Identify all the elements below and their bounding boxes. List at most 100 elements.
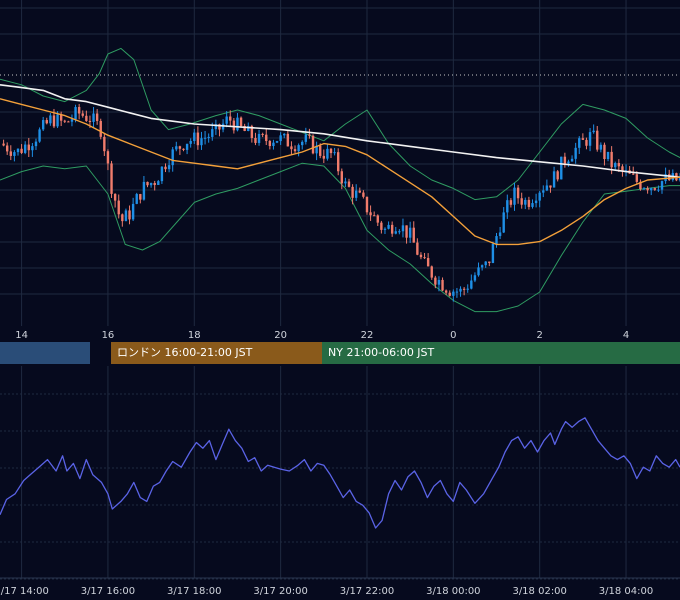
candle-body [603,144,606,160]
candle-body [470,280,473,289]
candle-body [329,148,333,154]
candle-body [351,186,354,198]
candle-body [354,190,358,198]
osc-x-tick-label: 3/17 16:00 [81,586,135,597]
candle-body [200,138,203,146]
candle-body [160,166,164,182]
candle-body [488,261,491,263]
candle-body [95,113,99,121]
candle-body [459,288,462,292]
candle-body [74,107,77,120]
candle-body [88,120,92,122]
candle-body [585,139,588,146]
candle-body [113,193,117,201]
candle-body [38,129,41,142]
candle-body [63,120,66,122]
candle-body [31,146,34,151]
candle-body [175,146,178,150]
candle-body [610,151,613,168]
candle-body [117,200,120,215]
oscillator-chart[interactable]: 3/17 14:00 3/17 16:00 3/17 18:00 3/17 20:00… [0,366,680,600]
candle-body [444,290,448,293]
candle-body [52,115,56,127]
candle-body [308,134,311,136]
candle-body [254,137,257,143]
candle-body [124,210,128,222]
candle-body [81,113,84,116]
candle-body [333,152,336,154]
candle-body [311,135,315,154]
candle-body [426,258,430,267]
candle-body [203,137,207,139]
candle-body [614,163,617,168]
candle-body [372,215,376,217]
candle-body [56,114,59,127]
candle-body [466,288,469,290]
candle-body [146,181,149,186]
candle-body [265,134,268,142]
price-x-tick-label: 2 [536,330,542,341]
candle-body [337,152,340,172]
price-x-tick-label: 18 [188,330,201,341]
candle-body [178,146,182,149]
candle-body [358,190,361,193]
band-upper-line [0,47,680,201]
candle-body [376,215,379,223]
candle-body [131,203,135,220]
candle-body [340,171,343,184]
osc-x-tick-label: 3/17 14:00 [0,586,49,597]
osc-x-tick-label: 3/18 04:00 [599,586,653,597]
candle-body [319,145,322,156]
session-london: ロンドン 16:00-21:00 JST [111,342,322,364]
session-ny: NY 21:00-06:00 JST [322,342,680,364]
candle-body [20,148,23,153]
candle-body [16,148,20,153]
candle-body [261,133,264,135]
candle-body [430,266,433,278]
candle-body [491,243,495,263]
candle-body [588,132,592,146]
candle-body [617,163,621,167]
candle-body [596,130,599,150]
candle-body [297,145,300,152]
candle-body [516,187,520,199]
candle-body [229,116,232,121]
candle-body [567,161,570,164]
candle-body [283,133,286,136]
candle-body [157,181,160,185]
candle-body [545,185,549,191]
candle-body [556,171,559,180]
candle-body [462,288,466,290]
candle-body [632,173,635,175]
candle-body [480,265,484,268]
ma-short-line [0,98,680,246]
candle-body [5,145,9,152]
candle-body [286,133,290,147]
candle-body [513,187,516,205]
candle-body [599,144,603,150]
candle-body [635,174,639,182]
candle-body [232,120,236,131]
candle-body [45,120,48,124]
candle-body [322,155,326,159]
candle-body [563,156,567,164]
candle-body [398,231,401,233]
candle-body [441,279,444,291]
price-x-tick-label: 4 [623,330,629,341]
candle-body [660,181,664,190]
candle-body [239,117,243,127]
candle-body [236,117,239,131]
candle-body [301,141,304,146]
candle-body [135,194,138,204]
candle-body [70,119,74,122]
candle-body [23,144,27,153]
candle-body [434,277,437,285]
candle-body [27,144,30,151]
osc-x-tick-label: 3/18 00:00 [426,586,480,597]
candle-body [578,138,581,148]
candle-body [279,135,282,142]
price-chart[interactable]: 14 16 18 20 22 0 2 4 [0,0,680,342]
candle-body [185,143,189,150]
osc-x-tick-label: 3/17 18:00 [167,586,221,597]
candle-body [139,194,142,200]
